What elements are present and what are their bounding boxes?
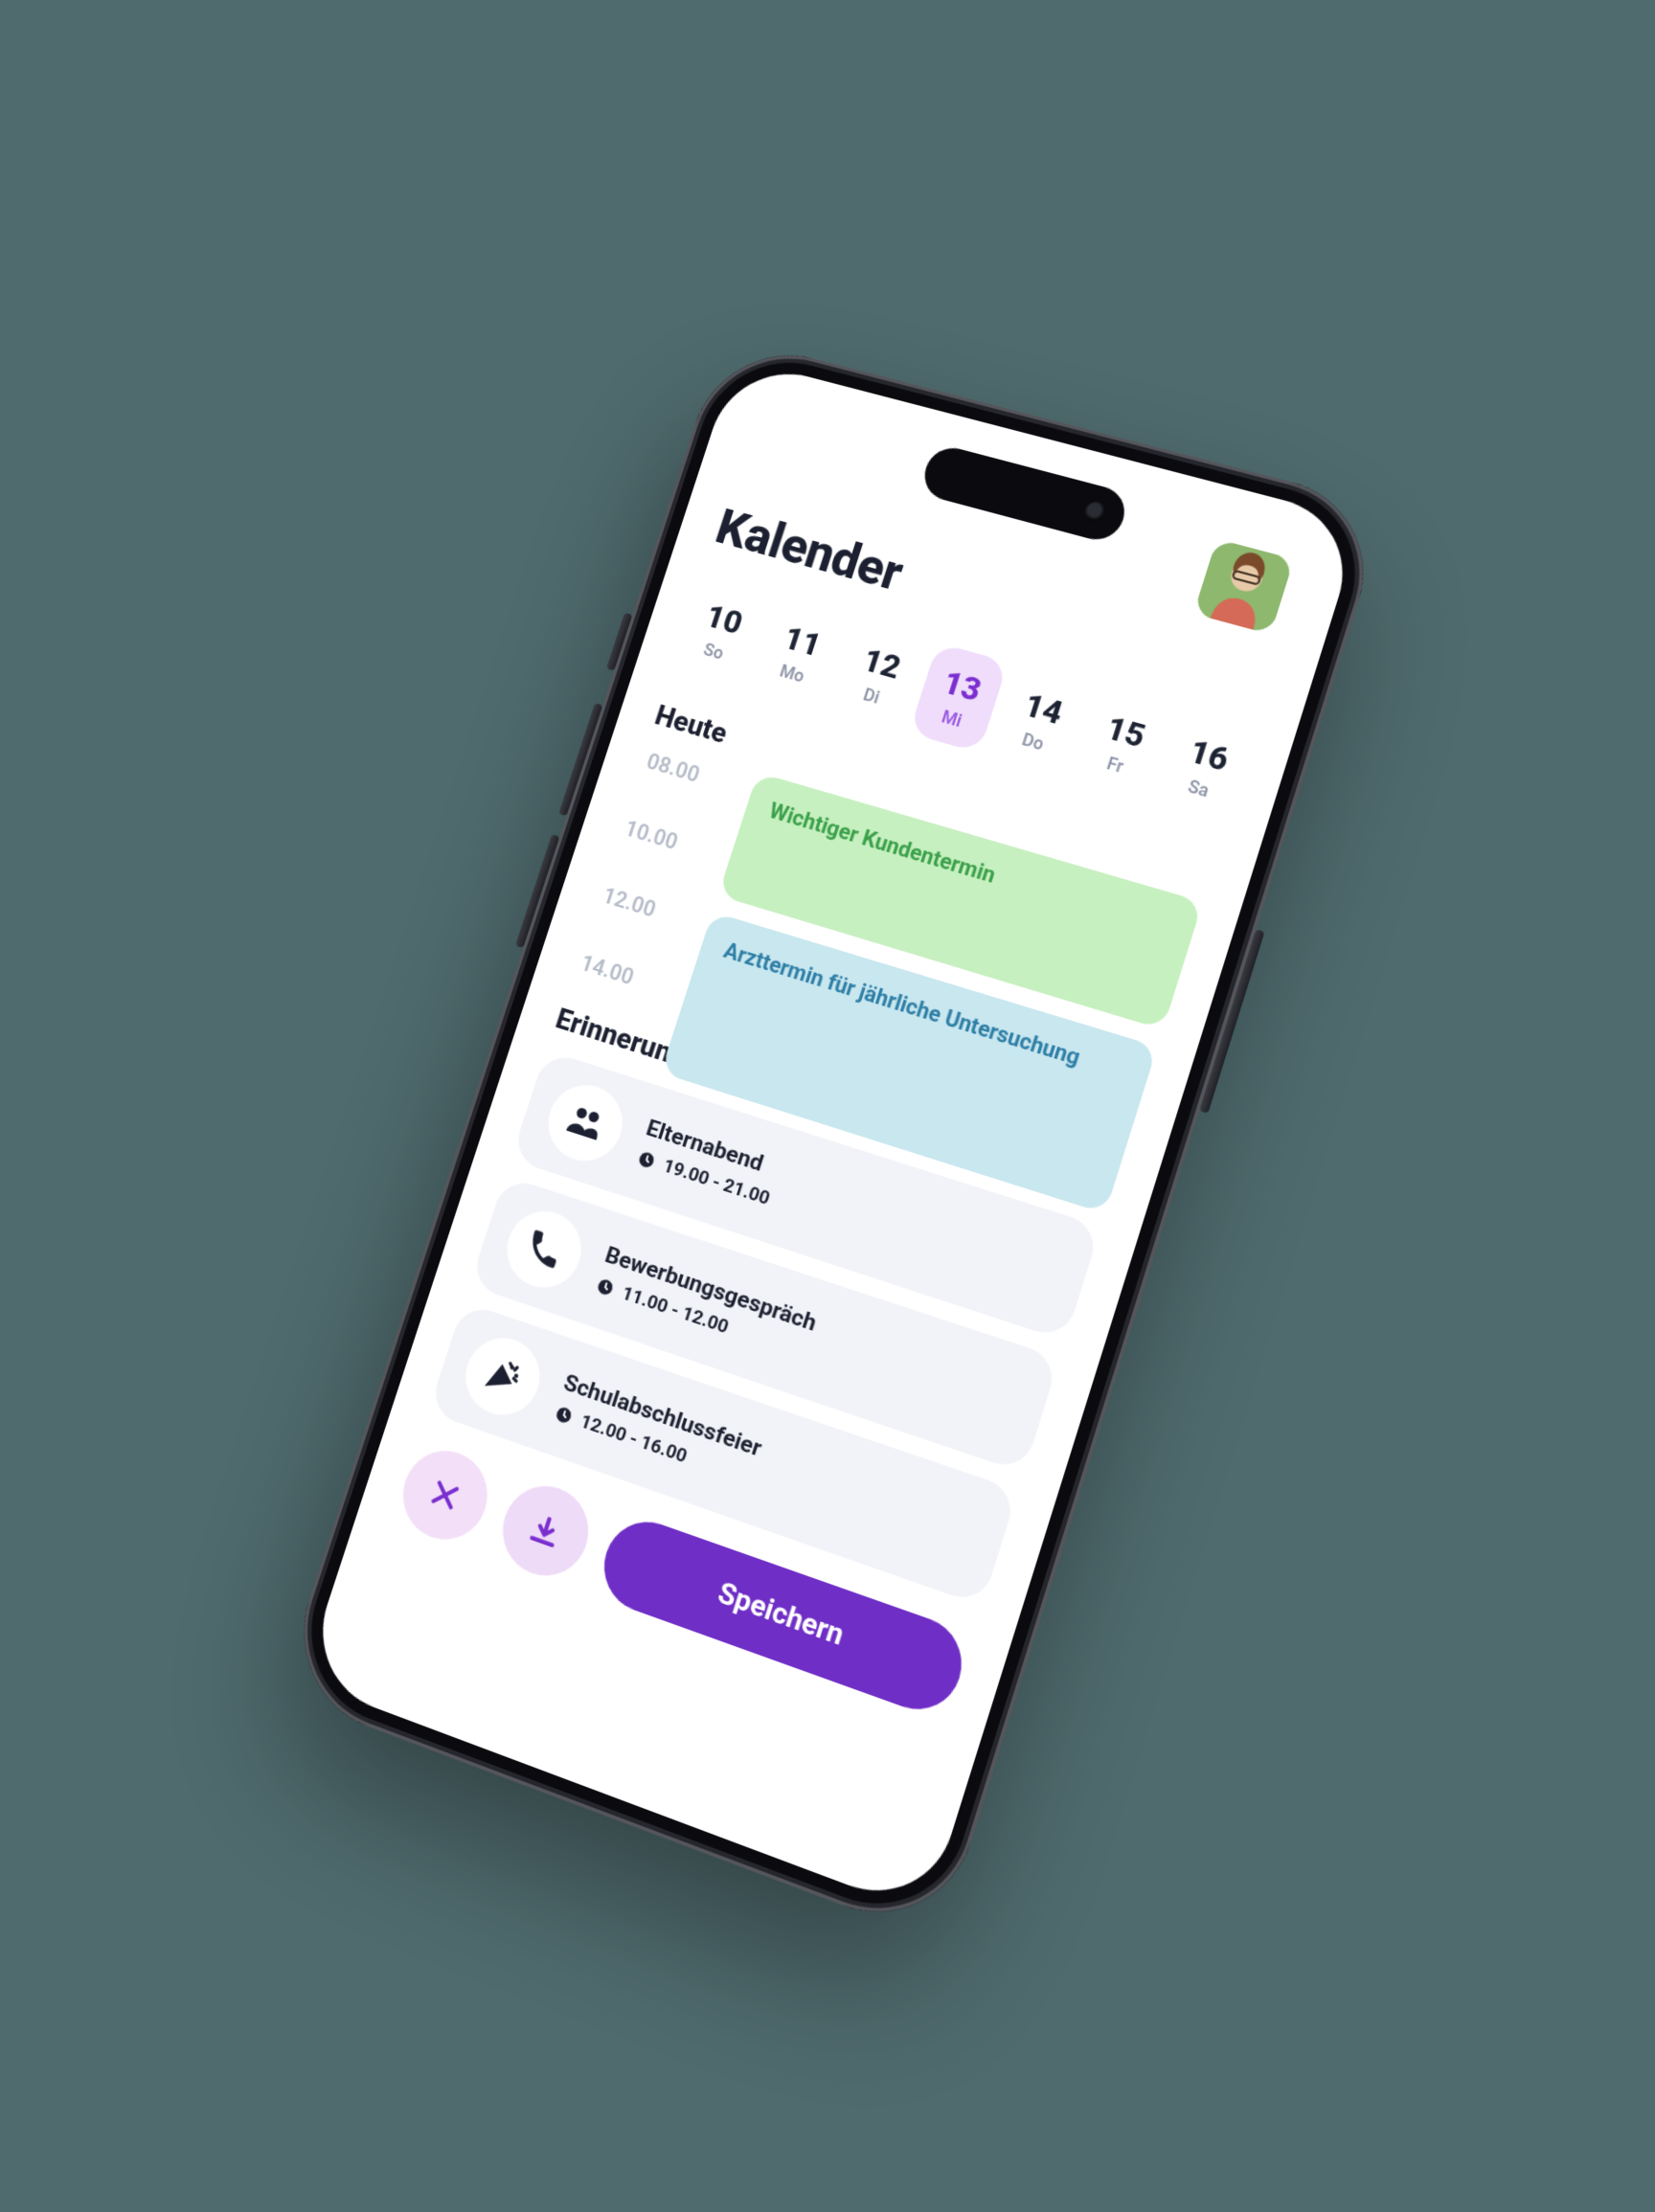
day-abbr: Sa [1186,776,1212,801]
clock-icon [552,1403,576,1428]
day-number: 11 [779,620,826,665]
day-abbr: So [701,639,726,664]
clock-icon [634,1147,658,1172]
day-number: 15 [1101,710,1149,756]
day-do[interactable]: 14Do [989,665,1090,776]
day-number: 14 [1019,687,1067,734]
reminder-icon-wrap [456,1328,550,1426]
dynamic-island [918,442,1131,546]
close-button[interactable] [392,1439,499,1551]
phone-icon [520,1225,568,1275]
reminder-text: Elternabend19.00 - 21.00 [634,1116,782,1210]
day-di[interactable]: 12Di [828,621,927,730]
clock-icon [593,1275,617,1299]
day-abbr: Mo [778,661,807,687]
day-number: 16 [1185,733,1234,779]
timeline: 08.0010.0012.0014.00 Wichtiger Kundenter… [572,746,1201,1144]
day-number: 12 [858,642,905,688]
day-abbr: Fr [1104,753,1125,777]
reminder-text: Schulabschlussfeier12.00 - 16.00 [552,1370,765,1491]
phone-frame: Kalender 10So11Mo12Di13Mi14Do15Fr16Sa He… [279,335,1388,1941]
close-icon [425,1474,465,1516]
day-fr[interactable]: 15Fr [1072,688,1173,800]
avatar-image [1193,539,1294,635]
avatar[interactable] [1193,539,1294,635]
day-mo[interactable]: 11Mo [750,598,848,708]
hw-mute-switch [606,613,633,671]
people-icon [561,1098,609,1147]
screen: Kalender 10So11Mo12Di13Mi14Do15Fr16Sa He… [303,358,1363,1914]
reminder-icon-wrap [538,1075,632,1170]
day-so[interactable]: 10So [672,576,769,685]
day-abbr: Di [861,684,882,708]
day-number: 13 [939,664,986,710]
day-abbr: Mi [940,707,964,732]
day-abbr: Do [1020,729,1047,755]
day-mi[interactable]: 13Mi [909,643,1009,753]
reminder-text: Bewerbungsgespräch11.00 - 12.00 [593,1242,820,1365]
front-camera [1082,500,1110,526]
download-icon [525,1509,565,1551]
download-button[interactable] [491,1475,600,1588]
day-number: 10 [701,598,747,643]
reminder-icon-wrap [497,1202,591,1298]
party-icon [479,1351,527,1401]
day-sa[interactable]: 16Sa [1154,711,1257,824]
